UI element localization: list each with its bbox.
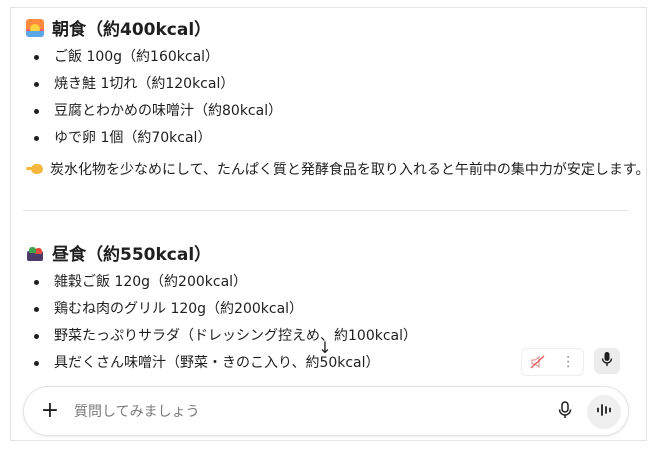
sunrise-icon — [26, 18, 44, 37]
chat-content: 朝食（約400kcal） ご飯 100g（約160kcal） 焼き鮭 1切れ（約… — [11, 8, 646, 440]
message-input[interactable] — [74, 401, 534, 423]
list-item: ご飯 100g（約160kcal） — [26, 44, 282, 71]
breakfast-tip: 炭水化物を少なめにして、たんぱく質と発酵食品を取り入れると午前中の集中力が安定し… — [26, 159, 647, 179]
list-item: 鶏むね肉のグリル 120g（約200kcal） — [26, 296, 417, 323]
pointing-hand-icon — [26, 161, 44, 177]
mic-icon — [601, 351, 613, 371]
voice-waveform-icon — [596, 402, 612, 422]
list-item: 野菜たっぷりサラダ（ドレッシング控えめ、約100kcal） — [26, 323, 417, 350]
breakfast-title: 朝食（約400kcal） — [52, 20, 212, 40]
response-actions: ⋮ — [521, 348, 584, 376]
mic-button[interactable] — [554, 401, 576, 423]
lunch-title: 昼食（約550kcal） — [52, 245, 212, 265]
voice-mode-button[interactable] — [587, 395, 621, 429]
tip-text: 炭水化物を少なめにして、たんぱく質と発酵食品を取り入れると午前中の集中力が安定し… — [50, 162, 647, 178]
list-item: 具だくさん味噌汁（野菜・きのこ入り、約50kcal） — [26, 350, 417, 377]
section-divider — [23, 210, 628, 211]
list-item: 焼き鮭 1切れ（約120kcal） — [26, 71, 282, 98]
bento-icon — [26, 244, 44, 262]
breakfast-heading: 朝食（約400kcal） — [26, 15, 211, 40]
plus-icon: + — [40, 398, 60, 423]
mic-icon — [558, 401, 572, 423]
list-item: ゆで卵 1個（約70kcal） — [26, 125, 282, 152]
more-vertical-icon[interactable]: ⋮ — [561, 355, 575, 369]
lunch-list: 雑穀ご飯 120g（約200kcal） 鶏むね肉のグリル 120g（約200kc… — [26, 269, 417, 377]
plus-button[interactable]: + — [39, 400, 61, 422]
list-item: 雑穀ご飯 120g（約200kcal） — [26, 269, 417, 296]
chat-window: 朝食（約400kcal） ご飯 100g（約160kcal） 焼き鮭 1切れ（約… — [10, 7, 647, 441]
list-item: 豆腐とわかめの味噌汁（約80kcal） — [26, 98, 282, 125]
lunch-heading: 昼食（約550kcal） — [26, 240, 211, 265]
speaker-muted-icon[interactable] — [530, 355, 546, 369]
scroll-down-button[interactable]: ↓ — [317, 339, 333, 357]
mic-chip-button[interactable] — [594, 348, 620, 374]
arrow-down-icon: ↓ — [318, 338, 332, 357]
message-composer: + — [23, 386, 629, 436]
breakfast-list: ご飯 100g（約160kcal） 焼き鮭 1切れ（約120kcal） 豆腐とわ… — [26, 44, 282, 152]
